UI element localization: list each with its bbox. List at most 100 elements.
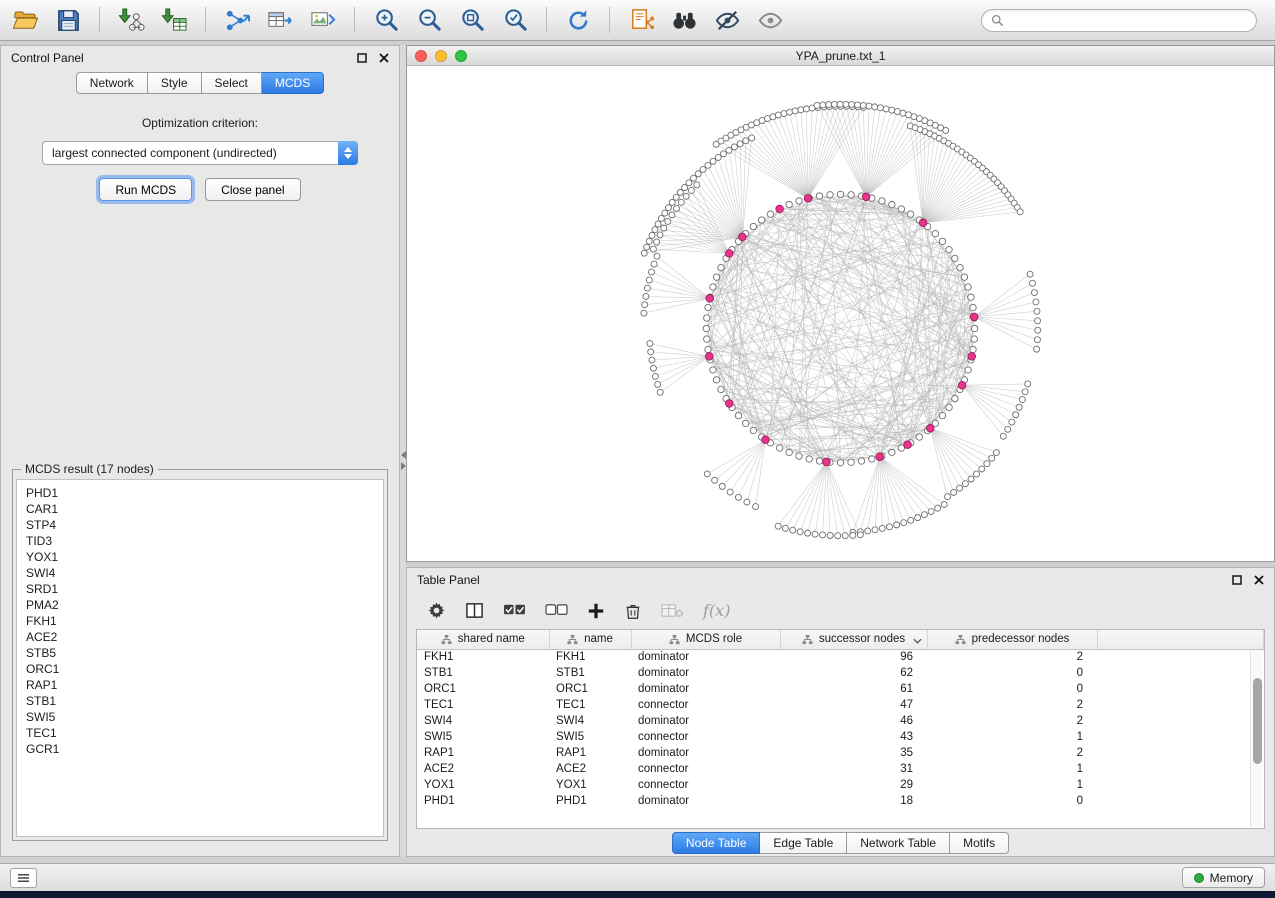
window-maximize-icon[interactable] [455, 50, 467, 62]
network-node[interactable] [858, 458, 864, 464]
network-node[interactable] [889, 449, 895, 455]
table-cell[interactable]: 18 [780, 793, 927, 809]
network-node[interactable] [943, 128, 949, 134]
table-cell[interactable]: PHD1 [549, 793, 631, 809]
network-node[interactable] [713, 377, 719, 383]
network-node[interactable] [1035, 318, 1041, 324]
network-node[interactable] [721, 151, 727, 157]
network-node[interactable] [705, 162, 711, 168]
zoom-out-button[interactable] [414, 5, 444, 35]
network-node[interactable] [962, 481, 968, 487]
column-header-shared-name[interactable]: shared name [417, 630, 549, 649]
network-node[interactable] [968, 476, 974, 482]
network-node[interactable] [970, 346, 976, 352]
network-node[interactable] [657, 232, 663, 238]
network-node[interactable] [704, 315, 710, 321]
network-node[interactable] [814, 102, 820, 108]
table-settings-button[interactable] [427, 601, 446, 620]
network-node[interactable] [952, 255, 958, 261]
network-node[interactable] [715, 154, 721, 160]
network-node[interactable] [894, 522, 900, 528]
table-cell[interactable]: ACE2 [549, 761, 631, 777]
network-node[interactable] [646, 277, 652, 283]
network-node[interactable] [941, 501, 947, 507]
network-node[interactable] [984, 461, 990, 467]
tab-edge-table[interactable]: Edge Table [760, 832, 847, 854]
network-node[interactable] [781, 111, 787, 117]
dominator-node[interactable] [706, 295, 714, 303]
network-node[interactable] [826, 102, 832, 108]
network-node[interactable] [782, 525, 788, 531]
network-node[interactable] [704, 471, 710, 477]
network-node[interactable] [678, 199, 684, 205]
float-panel-icon[interactable] [357, 53, 367, 63]
table-cell[interactable]: dominator [631, 745, 780, 761]
network-node[interactable] [669, 212, 675, 218]
table-cell[interactable]: dominator [631, 681, 780, 697]
network-node[interactable] [970, 304, 976, 310]
dominator-node[interactable] [705, 353, 713, 361]
network-node[interactable] [1025, 381, 1031, 387]
network-node[interactable] [644, 285, 650, 291]
table-cell[interactable]: dominator [631, 793, 780, 809]
mcds-result-item[interactable]: STB5 [26, 645, 374, 661]
table-cell[interactable]: ORC1 [549, 681, 631, 697]
network-node[interactable] [908, 517, 914, 523]
network-node[interactable] [688, 187, 694, 193]
network-node[interactable] [710, 367, 716, 373]
network-node[interactable] [820, 532, 826, 538]
table-row[interactable]: STB1STB1dominator620 [417, 665, 1264, 681]
network-node[interactable] [900, 110, 906, 116]
network-node[interactable] [869, 456, 875, 462]
network-node[interactable] [848, 192, 854, 198]
network-node[interactable] [767, 211, 773, 217]
network-node[interactable] [957, 264, 963, 270]
network-canvas[interactable] [407, 66, 1274, 561]
network-node[interactable] [798, 107, 804, 113]
dominator-node[interactable] [958, 381, 966, 389]
dominator-node[interactable] [970, 313, 978, 321]
network-node[interactable] [1034, 337, 1040, 343]
table-row[interactable]: PHD1PHD1dominator180 [417, 793, 1264, 809]
table-row[interactable]: ACE2ACE2connector311 [417, 761, 1264, 777]
table-cell[interactable]: SWI5 [417, 729, 549, 745]
table-row[interactable]: FKH1FKH1dominator962 [417, 649, 1264, 665]
network-node[interactable] [673, 205, 679, 211]
network-node[interactable] [703, 325, 709, 331]
network-node[interactable] [750, 223, 756, 229]
network-node[interactable] [790, 527, 796, 533]
mcds-result-item[interactable]: TID3 [26, 533, 374, 549]
import-network-button[interactable] [116, 5, 146, 35]
network-node[interactable] [787, 109, 793, 115]
add-column-button[interactable] [587, 602, 605, 620]
mcds-result-item[interactable]: PHD1 [26, 485, 374, 501]
network-node[interactable] [865, 528, 871, 534]
network-node[interactable] [786, 449, 792, 455]
window-minimize-icon[interactable] [435, 50, 447, 62]
network-node[interactable] [658, 215, 664, 221]
network-node[interactable] [695, 171, 701, 177]
network-node[interactable] [649, 269, 655, 275]
network-node[interactable] [686, 180, 692, 186]
network-node[interactable] [647, 341, 653, 347]
network-node[interactable] [712, 477, 718, 483]
network-node[interactable] [848, 459, 854, 465]
tab-network[interactable]: Network [76, 72, 148, 94]
zoom-selected-button[interactable] [500, 5, 530, 35]
dominator-node[interactable] [926, 424, 934, 432]
network-node[interactable] [735, 494, 741, 500]
network-node[interactable] [952, 395, 958, 401]
network-node[interactable] [654, 253, 660, 259]
table-cell[interactable]: 2 [927, 649, 1097, 665]
table-cell[interactable]: TEC1 [549, 697, 631, 713]
network-node[interactable] [946, 404, 952, 410]
table-cell[interactable]: 62 [780, 665, 927, 681]
network-node[interactable] [737, 141, 743, 147]
table-cell[interactable]: 2 [927, 713, 1097, 729]
network-node[interactable] [642, 302, 648, 308]
network-node[interactable] [965, 284, 971, 290]
table-cell[interactable]: 0 [927, 793, 1097, 809]
tab-mcds[interactable]: MCDS [262, 72, 324, 94]
network-node[interactable] [879, 198, 885, 204]
network-node[interactable] [753, 504, 759, 510]
